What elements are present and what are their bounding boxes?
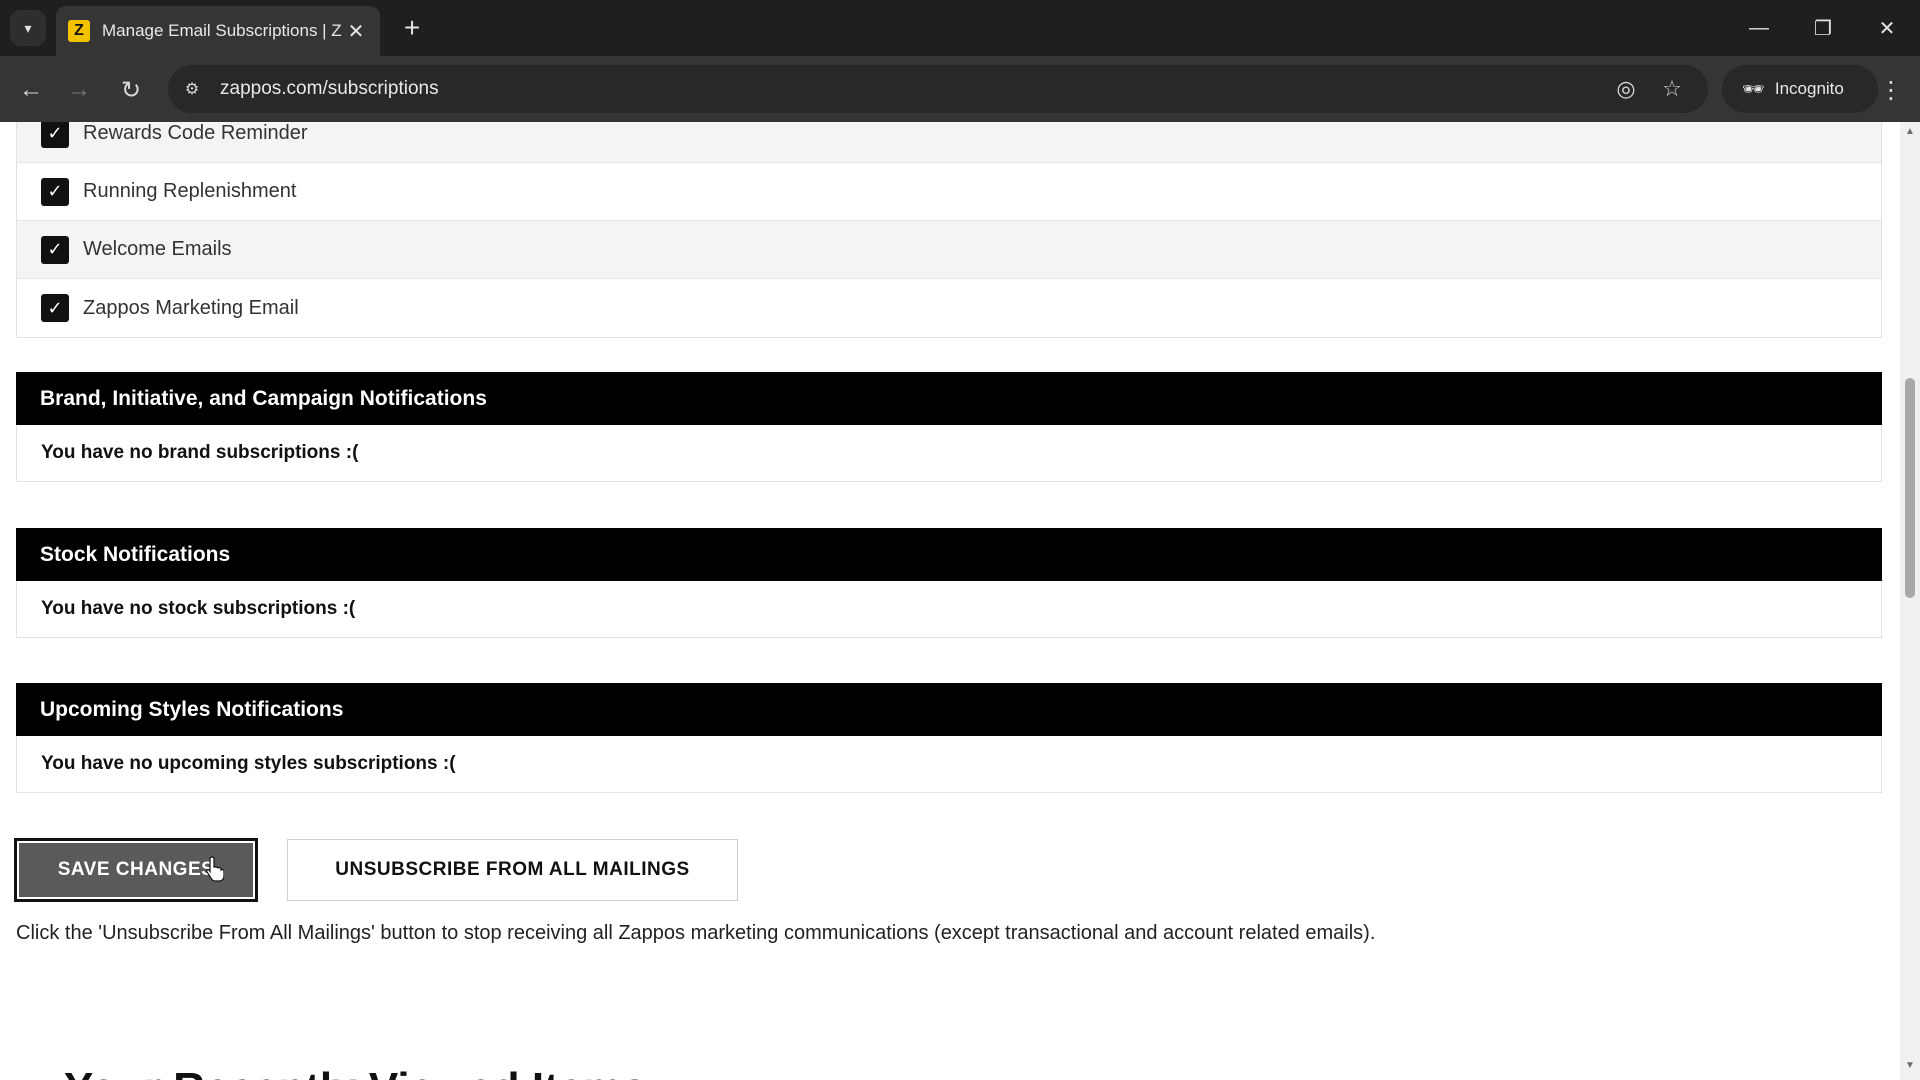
address-bar[interactable]: ⚙ zappos.com/subscriptions ◎ ☆ <box>168 65 1708 113</box>
scroll-down-arrow-icon[interactable]: ▼ <box>1900 1060 1920 1076</box>
restore-button[interactable]: ❐ <box>1799 8 1847 48</box>
section-empty-text: You have no brand subscriptions :( <box>16 425 1882 482</box>
tab-close-button[interactable]: ✕ <box>344 19 368 44</box>
more-vertical-icon: ⋮ <box>1879 76 1903 104</box>
unsubscribe-note: Click the 'Unsubscribe From All Mailings… <box>16 922 1376 944</box>
section-empty-text: You have no stock subscriptions :( <box>16 581 1882 638</box>
subscription-label: Welcome Emails <box>83 238 232 260</box>
chevron-down-icon: ▾ <box>24 19 32 36</box>
tab-search-button[interactable]: ▾ <box>10 10 46 46</box>
plus-icon: + <box>403 12 421 43</box>
forward-button[interactable]: → <box>62 73 96 107</box>
scroll-up-arrow-icon[interactable]: ▲ <box>1900 126 1920 142</box>
browser-tab-active[interactable]: Z Manage Email Subscriptions | Z ✕ <box>56 6 380 56</box>
subscription-list: ✓ Rewards Code Reminder ✓ Running Replen… <box>16 122 1882 338</box>
browser-menu-button[interactable]: ⋮ <box>1876 73 1906 107</box>
check-icon: ✓ <box>47 239 63 259</box>
section-title: Stock Notifications <box>16 528 1882 581</box>
zappos-favicon-icon: Z <box>68 20 90 42</box>
upcoming-styles-section: Upcoming Styles Notifications You have n… <box>16 683 1882 793</box>
checkbox-checked[interactable]: ✓ <box>41 122 69 148</box>
url-text: zappos.com/subscriptions <box>220 78 439 99</box>
arrow-right-icon: → <box>67 76 91 103</box>
reload-icon: ↻ <box>120 76 142 104</box>
check-icon: ✓ <box>47 123 63 143</box>
page-content: ✓ Rewards Code Reminder ✓ Running Replen… <box>0 122 1900 1080</box>
section-title: Upcoming Styles Notifications <box>16 683 1882 736</box>
subscription-label: Rewards Code Reminder <box>83 122 308 144</box>
subscription-label: Zappos Marketing Email <box>83 296 299 319</box>
browser-toolbar: ← → ↻ ⚙ zappos.com/subscriptions ◎ ☆ 🕶 I… <box>0 56 1920 122</box>
close-window-button[interactable]: ✕ <box>1863 8 1911 48</box>
page-scrollbar[interactable]: ▲ ▼ <box>1900 122 1920 1080</box>
subscription-item[interactable]: ✓ Welcome Emails <box>17 221 1881 279</box>
check-icon: ✓ <box>47 297 63 318</box>
unsubscribe-all-button[interactable]: UNSUBSCRIBE FROM ALL MAILINGS <box>287 839 738 901</box>
incognito-badge[interactable]: 🕶 Incognito <box>1722 65 1878 113</box>
brand-notifications-section: Brand, Initiative, and Campaign Notifica… <box>16 372 1882 482</box>
section-title: Brand, Initiative, and Campaign Notifica… <box>16 372 1882 425</box>
eye-off-icon[interactable]: ◎ <box>1612 75 1640 103</box>
close-icon: ✕ <box>1878 17 1896 40</box>
incognito-icon: 🕶 <box>1742 78 1765 99</box>
subscription-label: Running Replenishment <box>83 180 297 202</box>
checkbox-checked[interactable]: ✓ <box>41 235 69 264</box>
browser-tab-bar: ▾ Z Manage Email Subscriptions | Z ✕ + —… <box>0 0 1920 56</box>
star-icon[interactable]: ☆ <box>1658 75 1686 103</box>
incognito-label: Incognito <box>1774 79 1844 98</box>
minimize-icon: — <box>1749 16 1769 39</box>
hand-cursor-icon <box>206 856 224 882</box>
check-icon: ✓ <box>47 181 63 201</box>
site-info-icon[interactable]: ⚙ <box>180 77 204 101</box>
scrollbar-thumb[interactable] <box>1905 378 1915 598</box>
tab-title: Manage Email Subscriptions | Z <box>102 21 342 40</box>
new-tab-button[interactable]: + <box>396 12 428 44</box>
checkbox-checked[interactable]: ✓ <box>41 294 69 322</box>
reload-button[interactable]: ↻ <box>114 73 148 107</box>
subscription-item[interactable]: ✓ Running Replenishment <box>17 163 1881 221</box>
minimize-button[interactable]: — <box>1735 8 1783 48</box>
restore-icon: ❐ <box>1814 17 1832 40</box>
arrow-left-icon: ← <box>19 76 43 103</box>
checkbox-checked[interactable]: ✓ <box>41 177 69 206</box>
close-icon: ✕ <box>347 20 365 43</box>
subscription-item[interactable]: ✓ Zappos Marketing Email <box>17 279 1881 337</box>
back-button[interactable]: ← <box>14 73 48 107</box>
section-empty-text: You have no upcoming styles subscription… <box>16 736 1882 793</box>
recently-viewed-heading: Your Recently Viewed Items <box>64 1064 647 1080</box>
subscription-item[interactable]: ✓ Rewards Code Reminder <box>17 122 1881 163</box>
stock-notifications-section: Stock Notifications You have no stock su… <box>16 528 1882 638</box>
